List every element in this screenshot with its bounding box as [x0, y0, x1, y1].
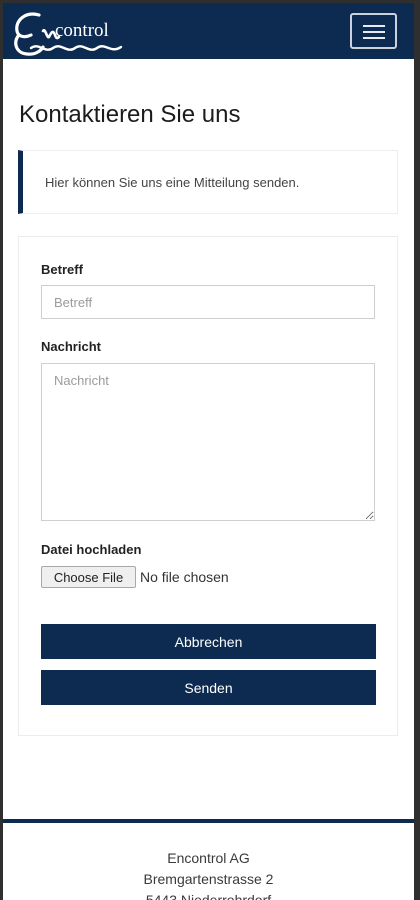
message-textarea[interactable]: [41, 363, 375, 521]
footer-city: 5443 Niederrohrdorf: [145, 892, 272, 900]
footer-company: Encontrol AG: [167, 850, 250, 866]
footer: Encontrol AG Bremgartenstrasse 2 5443 Ni…: [3, 823, 414, 900]
hamburger-icon-bar: [363, 31, 385, 33]
footer-street: Bremgartenstrasse 2: [143, 871, 274, 887]
subject-label: Betreff: [41, 262, 83, 277]
file-status: No file chosen: [140, 569, 229, 585]
contact-form-card: Betreff Nachricht Datei hochladen Choose…: [18, 236, 398, 736]
page-frame: control Kontaktieren Sie uns Hier können…: [3, 3, 414, 900]
info-text: Hier können Sie uns eine Mitteilung send…: [45, 175, 300, 190]
navbar: control: [3, 3, 414, 59]
cancel-button[interactable]: Abbrechen: [41, 624, 376, 659]
company-logo[interactable]: control: [11, 7, 131, 59]
menu-toggle-button[interactable]: [350, 13, 397, 49]
page-title: Kontaktieren Sie uns: [19, 101, 241, 128]
hamburger-icon: [363, 25, 385, 27]
hamburger-icon-bar: [363, 37, 385, 39]
logo-text: control: [55, 20, 109, 41]
choose-file-button[interactable]: Choose File: [41, 566, 136, 588]
upload-label: Datei hochladen: [41, 542, 142, 557]
submit-button[interactable]: Senden: [41, 670, 376, 705]
info-callout: Hier können Sie uns eine Mitteilung send…: [18, 150, 398, 214]
message-label: Nachricht: [41, 339, 101, 354]
subject-input[interactable]: [41, 285, 375, 319]
